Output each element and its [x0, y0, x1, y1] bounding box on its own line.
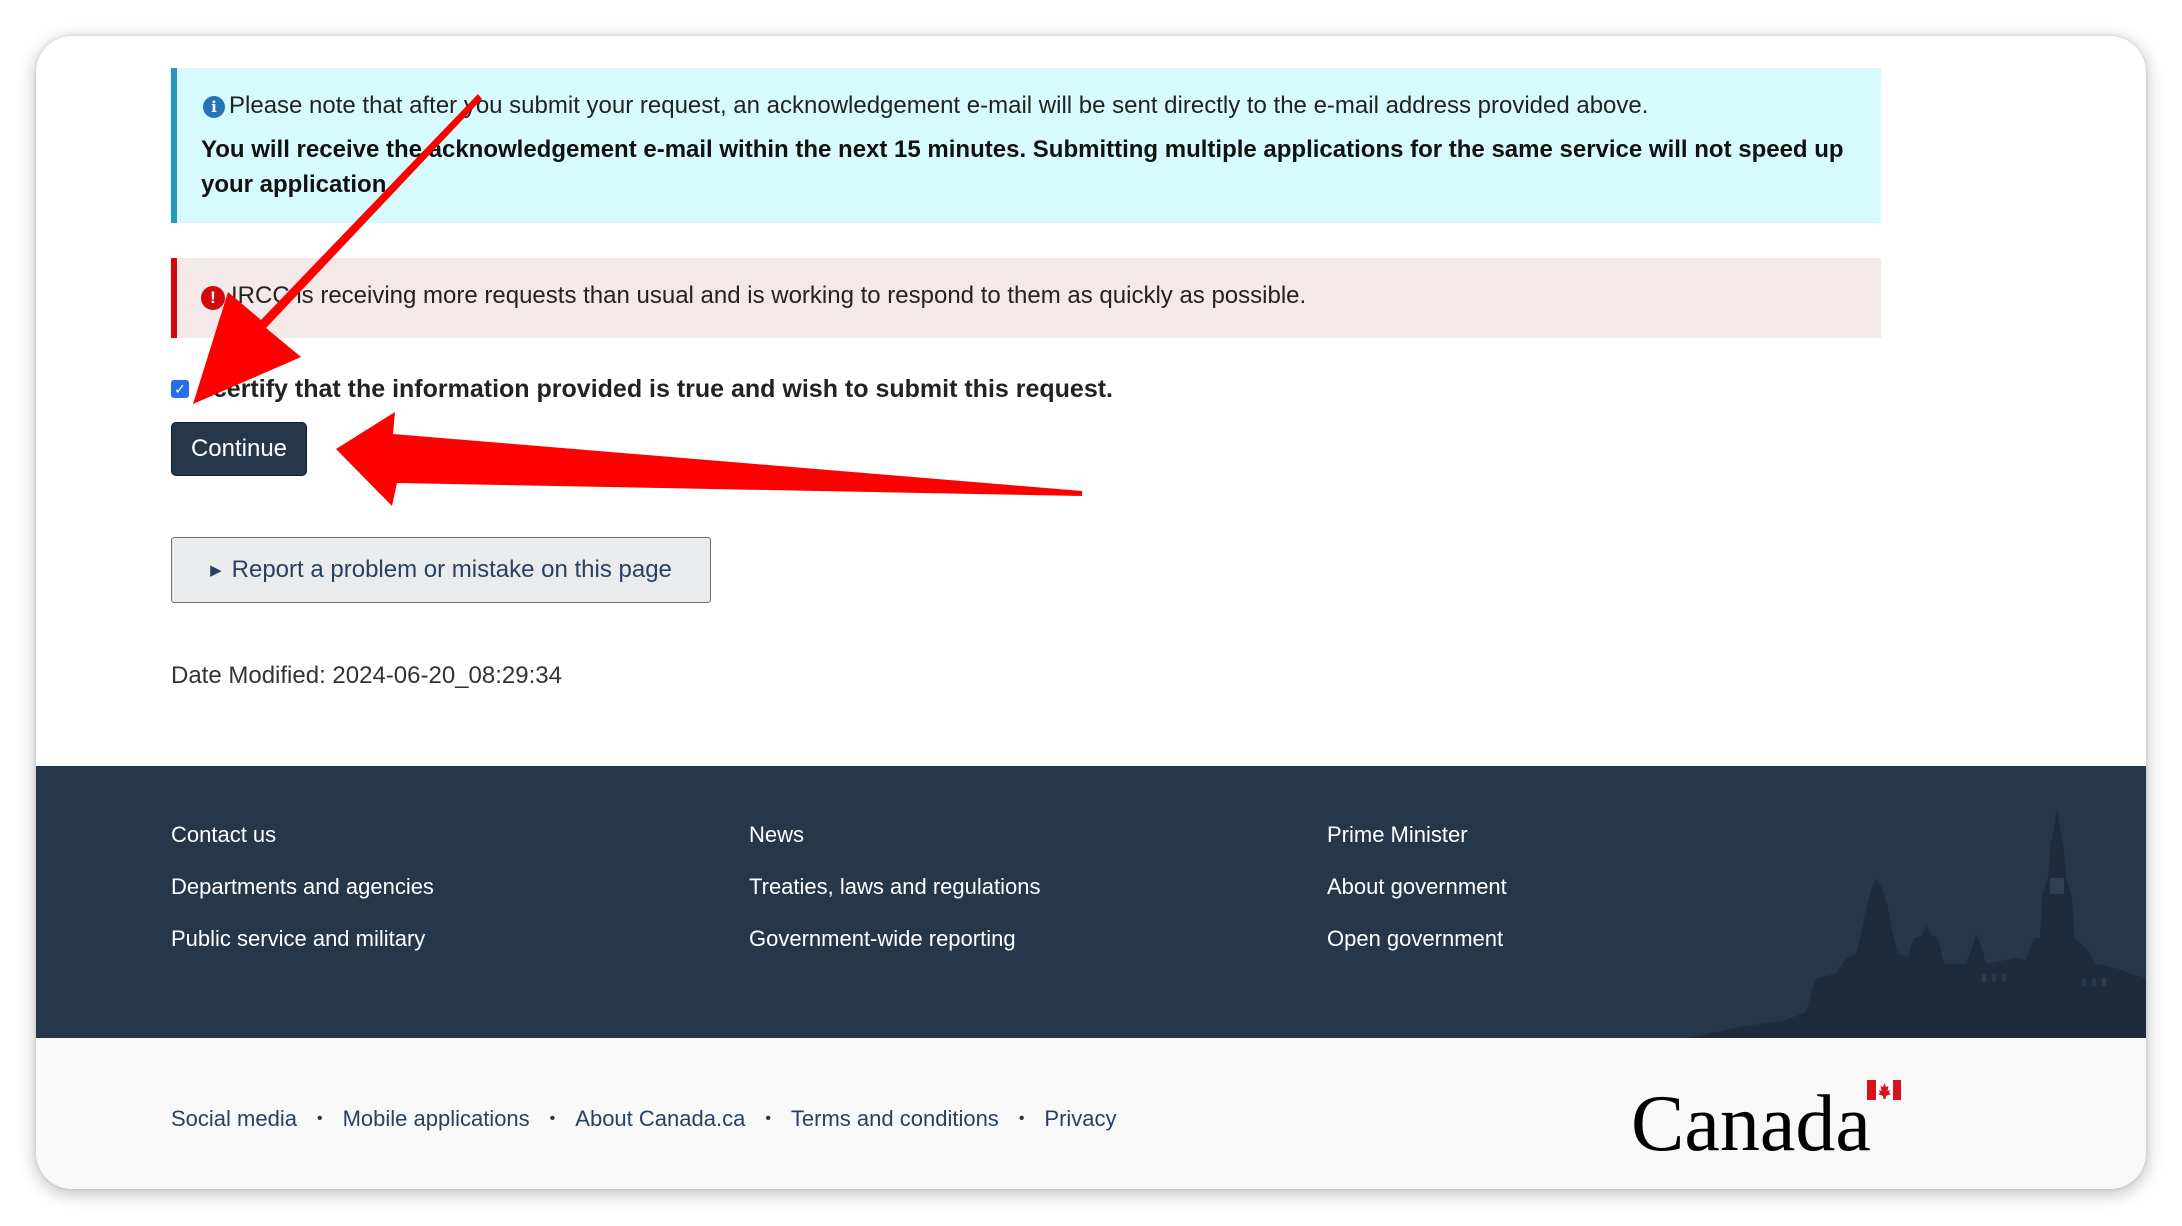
certify-row: ✓ I certify that the information provide…	[171, 374, 1113, 404]
disclosure-triangle-icon: ▶	[210, 562, 222, 579]
date-modified: Date Modified: 2024-06-20_08:29:34	[171, 662, 562, 689]
sub-link-about-canada[interactable]: About Canada.ca	[575, 1106, 745, 1132]
certify-label[interactable]: I certify that the information provided …	[199, 375, 1113, 404]
footer-link-reporting[interactable]: Government-wide reporting	[749, 926, 1040, 978]
separator-dot: •	[549, 1110, 556, 1127]
info-alert-text: Please note that after you submit your r…	[229, 92, 1649, 119]
footer-column-3: Prime Minister About government Open gov…	[1327, 822, 1507, 978]
footer-column-1: Contact us Departments and agencies Publ…	[171, 822, 434, 978]
footer-link-contact-us[interactable]: Contact us	[171, 822, 434, 874]
sub-link-privacy[interactable]: Privacy	[1044, 1106, 1116, 1132]
info-icon: i	[203, 96, 225, 118]
info-alert-emphasis: You will receive the acknowledgement e-m…	[201, 136, 1844, 198]
separator-dot: •	[765, 1110, 771, 1127]
footer-column-2: News Treaties, laws and regulations Gove…	[749, 822, 1040, 978]
sub-footer-links: Social media • Mobile applications • Abo…	[171, 1106, 1117, 1132]
footer-link-departments[interactable]: Departments and agencies	[171, 874, 434, 926]
certify-checkbox[interactable]: ✓	[171, 380, 189, 398]
sub-link-terms[interactable]: Terms and conditions	[791, 1106, 999, 1132]
footer-sub: Social media • Mobile applications • Abo…	[36, 1038, 2146, 1189]
separator-dot: •	[1018, 1110, 1025, 1127]
canada-wordmark-logo: Canada	[1631, 1080, 1901, 1158]
sub-link-social-media[interactable]: Social media	[171, 1106, 297, 1132]
warning-alert-text: IRCC is receiving more requests than usu…	[231, 282, 1307, 309]
footer-main: Contact us Departments and agencies Publ…	[36, 766, 2146, 1038]
warning-alert: ! IRCC is receiving more requests than u…	[171, 258, 1881, 338]
sub-link-mobile-apps[interactable]: Mobile applications	[343, 1106, 530, 1132]
parliament-skyline-icon	[1686, 808, 2146, 1038]
exclamation-icon: !	[201, 286, 225, 310]
footer-link-news[interactable]: News	[749, 822, 1040, 874]
footer-link-about-government[interactable]: About government	[1327, 874, 1507, 926]
footer-link-treaties[interactable]: Treaties, laws and regulations	[749, 874, 1040, 926]
page-card: i Please note that after you submit your…	[36, 36, 2146, 1189]
wordmark-text: Canada	[1631, 1080, 1871, 1158]
footer-link-open-government[interactable]: Open government	[1327, 926, 1507, 978]
continue-button[interactable]: Continue	[171, 422, 307, 476]
info-alert: i Please note that after you submit your…	[171, 68, 1881, 223]
footer-link-prime-minister[interactable]: Prime Minister	[1327, 822, 1507, 874]
footer-link-public-service[interactable]: Public service and military	[171, 926, 434, 978]
separator-dot: •	[316, 1110, 323, 1127]
report-problem-label: Report a problem or mistake on this page	[231, 556, 672, 583]
report-problem-button[interactable]: ▶ Report a problem or mistake on this pa…	[171, 537, 711, 603]
